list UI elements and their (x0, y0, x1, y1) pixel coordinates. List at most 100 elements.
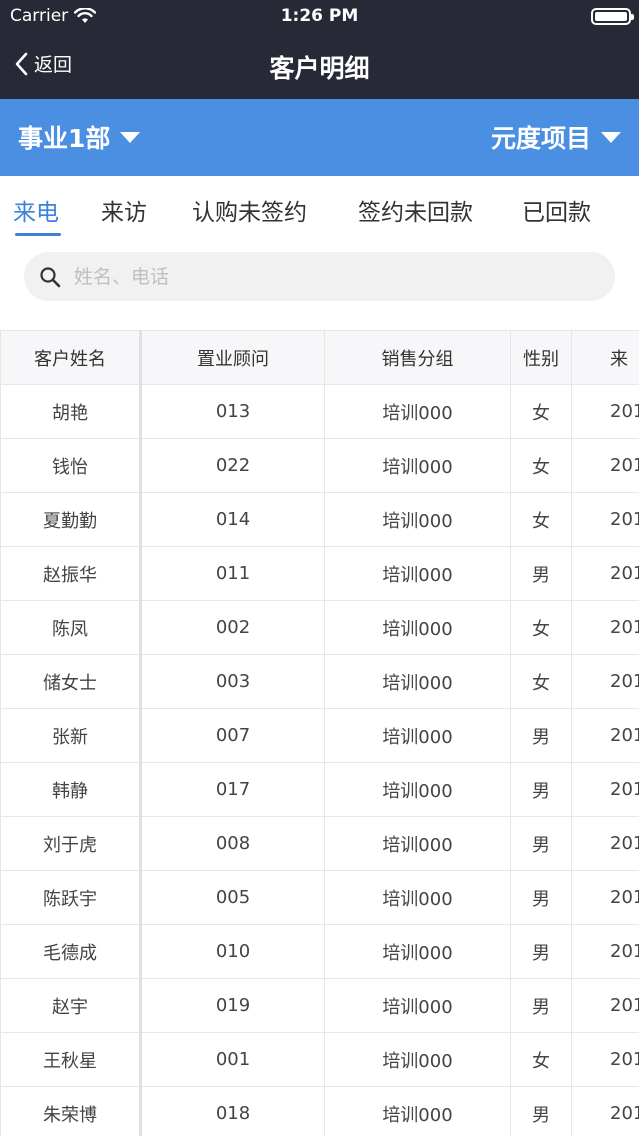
cell-date: 201 (571, 762, 639, 817)
cell-sales-consultant: 018 (140, 1086, 325, 1136)
table-row[interactable]: 赵宇019培训000男201 (0, 978, 639, 1033)
cell-sales-group: 培训000 (324, 1032, 511, 1087)
cell-gender: 男 (510, 978, 572, 1033)
active-tab-indicator (15, 233, 61, 236)
cell-gender: 男 (510, 546, 572, 601)
table-row[interactable]: 钱怡022培训000女201 (0, 438, 639, 493)
cell-sales-consultant: 022 (140, 438, 325, 493)
cell-customer-name: 张新 (0, 708, 142, 763)
project-selector[interactable]: 元度项目 (491, 119, 621, 155)
tab-signed-unpaid[interactable]: 签约未回款 (358, 193, 473, 227)
cell-date: 201 (571, 924, 639, 979)
tab-incoming-call[interactable]: 来电 (13, 193, 59, 227)
search-icon (40, 266, 61, 287)
cell-date: 201 (571, 384, 639, 439)
page-title: 客户明细 (269, 54, 370, 83)
table-row[interactable]: 储女士003培训000女201 (0, 654, 639, 709)
cell-date: 201 (571, 654, 639, 709)
cell-gender: 男 (510, 762, 572, 817)
cell-sales-consultant: 019 (140, 978, 325, 1033)
header-date-truncated[interactable]: 来 (571, 330, 639, 385)
cell-sales-consultant: 002 (140, 600, 325, 655)
header-customer-name[interactable]: 客户姓名 (0, 330, 142, 385)
nav-bar: 返回 客户明细 (0, 32, 639, 99)
department-selector[interactable]: 事业1部 (18, 119, 141, 155)
cell-date: 201 (571, 708, 639, 763)
tab-bar: 来电 来访 认购未签约 签约未回款 已回款 (0, 176, 639, 238)
search-input[interactable] (74, 265, 574, 288)
tab-subscribed-unsigned[interactable]: 认购未签约 (192, 193, 307, 227)
cell-date: 201 (571, 600, 639, 655)
table-row[interactable]: 韩静017培训000男201 (0, 762, 639, 817)
table-row[interactable]: 胡艳013培训000女201 (0, 384, 639, 439)
cell-gender: 男 (510, 708, 572, 763)
cell-sales-consultant: 017 (140, 762, 325, 817)
cell-customer-name: 夏勤勤 (0, 492, 142, 547)
cell-customer-name: 毛德成 (0, 924, 142, 979)
table-row[interactable]: 陈凤002培训000女201 (0, 600, 639, 655)
cell-date: 201 (571, 438, 639, 493)
department-label: 事业1部 (18, 124, 111, 153)
table-row[interactable]: 刘于虎008培训000男201 (0, 816, 639, 871)
battery-icon (591, 8, 634, 25)
status-bar: Carrier 1:26 PM (0, 0, 639, 32)
cell-gender: 男 (510, 870, 572, 925)
table-row[interactable]: 毛德成010培训000男201 (0, 924, 639, 979)
cell-customer-name: 陈凤 (0, 600, 142, 655)
cell-sales-group: 培训000 (324, 816, 511, 871)
cell-gender: 女 (510, 600, 572, 655)
tab-visit[interactable]: 来访 (101, 193, 147, 227)
cell-sales-group: 培训000 (324, 384, 511, 439)
table-body: 胡艳013培训000女201钱怡022培训000女201夏勤勤014培训000女… (0, 384, 639, 1136)
cell-date: 201 (571, 1032, 639, 1087)
cell-sales-consultant: 011 (140, 546, 325, 601)
cell-customer-name: 王秋星 (0, 1032, 142, 1087)
cell-customer-name: 陈跃宇 (0, 870, 142, 925)
cell-sales-group: 培训000 (324, 654, 511, 709)
dropdown-arrow-icon (120, 131, 141, 143)
cell-customer-name: 赵振华 (0, 546, 142, 601)
cell-sales-consultant: 013 (140, 384, 325, 439)
header-gender[interactable]: 性别 (510, 330, 572, 385)
cell-sales-group: 培训000 (324, 924, 511, 979)
header-sales-consultant[interactable]: 置业顾问 (140, 330, 325, 385)
cell-sales-group: 培训000 (324, 978, 511, 1033)
cell-sales-consultant: 007 (140, 708, 325, 763)
cell-sales-group: 培训000 (324, 600, 511, 655)
cell-date: 201 (571, 870, 639, 925)
cell-sales-consultant: 005 (140, 870, 325, 925)
cell-sales-group: 培训000 (324, 870, 511, 925)
table-row[interactable]: 朱荣博018培训000男201 (0, 1086, 639, 1136)
cell-customer-name: 刘于虎 (0, 816, 142, 871)
cell-gender: 女 (510, 654, 572, 709)
cell-date: 201 (571, 978, 639, 1033)
cell-sales-group: 培训000 (324, 708, 511, 763)
header-sales-group[interactable]: 销售分组 (324, 330, 511, 385)
cell-date: 201 (571, 1086, 639, 1136)
table-row[interactable]: 夏勤勤014培训000女201 (0, 492, 639, 547)
cell-sales-group: 培训000 (324, 762, 511, 817)
clock: 1:26 PM (280, 6, 359, 26)
table-row[interactable]: 王秋星001培训000女201 (0, 1032, 639, 1087)
customer-table[interactable]: 客户姓名 置业顾问 销售分组 性别 来 胡艳013培训000女201钱怡022培… (0, 330, 639, 1136)
cell-gender: 女 (510, 1032, 572, 1087)
cell-customer-name: 钱怡 (0, 438, 142, 493)
table-row[interactable]: 陈跃宇005培训000男201 (0, 870, 639, 925)
cell-sales-group: 培训000 (324, 1086, 511, 1136)
project-label: 元度项目 (490, 124, 591, 153)
search-box[interactable] (24, 252, 615, 301)
table-row[interactable]: 赵振华011培训000男201 (0, 546, 639, 601)
table-row[interactable]: 张新007培训000男201 (0, 708, 639, 763)
cell-customer-name: 储女士 (0, 654, 142, 709)
cell-gender: 女 (510, 438, 572, 493)
cell-customer-name: 胡艳 (0, 384, 142, 439)
cell-customer-name: 韩静 (0, 762, 142, 817)
cell-gender: 男 (510, 924, 572, 979)
cell-sales-group: 培训000 (324, 438, 511, 493)
cell-sales-consultant: 010 (140, 924, 325, 979)
cell-gender: 男 (510, 1086, 572, 1136)
tab-paid[interactable]: 已回款 (522, 193, 591, 227)
cell-sales-consultant: 014 (140, 492, 325, 547)
customer-table-grid: 客户姓名 置业顾问 销售分组 性别 来 胡艳013培训000女201钱怡022培… (0, 330, 639, 1136)
cell-date: 201 (571, 492, 639, 547)
